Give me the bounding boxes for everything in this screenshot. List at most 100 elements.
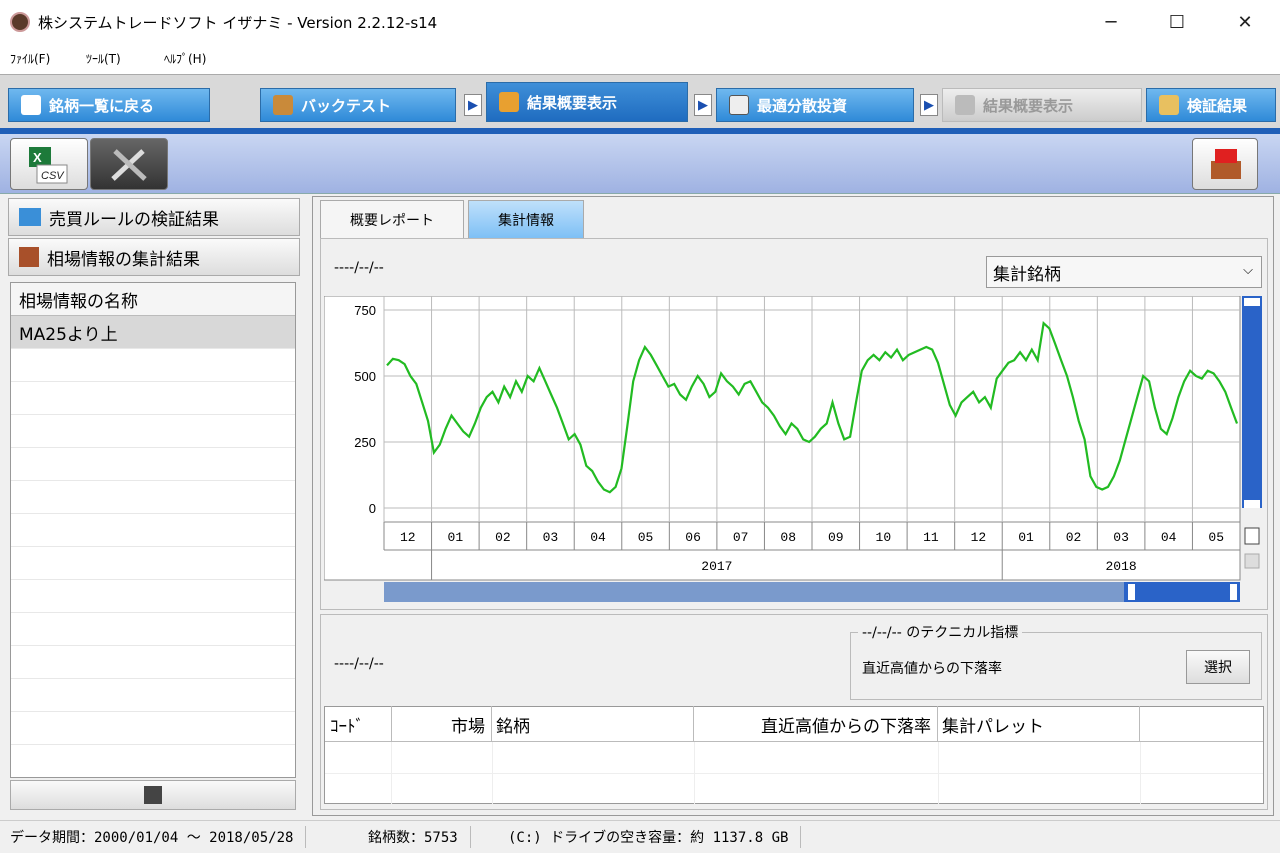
col-palette[interactable]: 集計パレット bbox=[942, 706, 1140, 742]
x-tick-label: 05 bbox=[1208, 530, 1224, 545]
horizontal-scrollbar[interactable] bbox=[384, 582, 1240, 602]
y-tick-label: 0 bbox=[369, 501, 376, 516]
save-button[interactable] bbox=[10, 780, 296, 810]
line-chart: 750 500 250 0 12 01 02 03 04 05 06 07 08 09 10 11 12 01 0… bbox=[324, 296, 1262, 602]
x-tick-label: 03 bbox=[543, 530, 559, 545]
thumb-handle-right[interactable] bbox=[1230, 584, 1237, 600]
tab-backtest[interactable]: バックテスト bbox=[260, 88, 456, 122]
list-item[interactable] bbox=[11, 547, 295, 580]
bag-icon bbox=[273, 95, 293, 115]
exit-button[interactable] bbox=[1192, 138, 1258, 190]
checkbox-icon[interactable] bbox=[1244, 527, 1260, 545]
list-item[interactable] bbox=[11, 679, 295, 712]
table-row[interactable] bbox=[325, 742, 1263, 774]
tools-button[interactable] bbox=[90, 138, 168, 190]
x-tick-label: 04 bbox=[590, 530, 606, 545]
x-tick-label: 09 bbox=[828, 530, 844, 545]
maximize-icon[interactable]: ☐ bbox=[1154, 0, 1200, 44]
checkbox-disabled-icon bbox=[1244, 553, 1260, 569]
app-icon bbox=[10, 12, 30, 32]
col-drawdown[interactable]: 直近高値からの下落率 bbox=[694, 706, 938, 742]
menu-tools[interactable]: ﾂｰﾙ(T) bbox=[86, 50, 121, 67]
x-tick-label: 04 bbox=[1161, 530, 1177, 545]
tab-aggregate-info[interactable]: 集計情報 bbox=[468, 200, 584, 238]
year-label: 2018 bbox=[1106, 559, 1137, 574]
minimize-icon[interactable]: ─ bbox=[1088, 0, 1134, 44]
doc-icon bbox=[1159, 95, 1179, 115]
excel-csv-icon: X CSV bbox=[29, 147, 68, 184]
list-item[interactable]: MA25より上 bbox=[11, 316, 295, 349]
shirt-icon bbox=[21, 95, 41, 115]
col-market[interactable]: 市場 bbox=[392, 706, 492, 742]
year-label: 2017 bbox=[701, 559, 732, 574]
arrow-icon: ▶ bbox=[464, 94, 482, 116]
tab-back-to-list[interactable]: 銘柄一覧に戻る bbox=[8, 88, 210, 122]
technical-group-label: --/--/-- のテクニカル指標 bbox=[858, 622, 1023, 642]
x-tick-label: 01 bbox=[1018, 530, 1034, 545]
thumb-handle-left[interactable] bbox=[1128, 584, 1135, 600]
toolbar bbox=[0, 134, 1280, 194]
chevron-down-icon: ⌵ bbox=[1243, 263, 1253, 278]
svg-text:X: X bbox=[33, 150, 42, 165]
col-divider bbox=[391, 742, 392, 804]
x-tick-label: 11 bbox=[923, 530, 939, 545]
col-divider bbox=[694, 742, 695, 804]
x-tick-label: 12 bbox=[971, 530, 987, 545]
vertical-scrollbar[interactable] bbox=[1242, 296, 1262, 508]
list-item[interactable] bbox=[11, 382, 295, 415]
wrench-icon bbox=[111, 149, 147, 181]
scroll-handle-bottom[interactable] bbox=[1244, 500, 1260, 508]
list-item[interactable] bbox=[11, 448, 295, 481]
scroll-handle-top[interactable] bbox=[1244, 298, 1260, 306]
col-stock[interactable]: 銘柄 bbox=[496, 706, 694, 742]
frame-icon bbox=[19, 247, 39, 267]
menu-file[interactable]: ﾌｧｲﾙ(F) bbox=[10, 50, 50, 67]
rules-result-button[interactable]: 売買ルールの検証結果 bbox=[8, 198, 300, 236]
col-code[interactable]: ｺｰﾄﾞ bbox=[330, 706, 392, 742]
tab-result-summary[interactable]: 結果概要表示 bbox=[486, 82, 688, 122]
select-button[interactable]: 選択 bbox=[1186, 650, 1250, 684]
menu-help[interactable]: ﾍﾙﾌﾟ(H) bbox=[164, 50, 206, 67]
tab-optimal-diversification[interactable]: 最適分散投資 bbox=[716, 88, 914, 122]
list-item[interactable] bbox=[11, 712, 295, 745]
tab-verification-results[interactable]: 検証結果 bbox=[1146, 88, 1276, 122]
arrow-icon: ▶ bbox=[694, 94, 712, 116]
x-tick-label: 07 bbox=[733, 530, 749, 545]
list-item[interactable] bbox=[11, 580, 295, 613]
status-period: データ期間：2000/01/04 〜 2018/05/28 bbox=[10, 826, 307, 848]
technical-value: 直近高値からの下落率 bbox=[862, 661, 1002, 677]
col-divider bbox=[492, 742, 493, 804]
close-icon[interactable]: ✕ bbox=[1222, 0, 1268, 44]
y-tick-label: 750 bbox=[354, 303, 376, 318]
grid-icon bbox=[19, 208, 41, 226]
list-item[interactable] bbox=[11, 514, 295, 547]
arrow-icon: ▶ bbox=[920, 94, 938, 116]
list-header[interactable]: 相場情報の名称 bbox=[11, 283, 295, 316]
list-item[interactable] bbox=[11, 415, 295, 448]
col-divider bbox=[1140, 742, 1141, 804]
window-title: 株システムトレードソフト イザナミ - Version 2.2.12-s14 bbox=[38, 14, 438, 32]
tab-overview-report[interactable]: 概要レポート bbox=[320, 200, 464, 238]
list-item[interactable] bbox=[11, 481, 295, 514]
x-tick-label: 03 bbox=[1113, 530, 1129, 545]
status-disk: (C:) ドライブの空き容量：約 1137.8 GB bbox=[508, 826, 802, 848]
x-tick-label: 01 bbox=[448, 530, 464, 545]
list-item[interactable] bbox=[11, 646, 295, 679]
market-info-list: 相場情報の名称 MA25より上 bbox=[10, 282, 296, 778]
list-item[interactable] bbox=[11, 349, 295, 382]
list-item[interactable] bbox=[11, 613, 295, 646]
x-tick-label: 08 bbox=[780, 530, 796, 545]
x-tick-label: 02 bbox=[1066, 530, 1082, 545]
detail-date: ----/--/-- bbox=[334, 656, 384, 672]
x-tick-label: 12 bbox=[400, 530, 416, 545]
scroll-thumb[interactable] bbox=[1124, 582, 1240, 602]
calculator-icon bbox=[729, 95, 749, 115]
aggregate-select[interactable]: 集計銘柄 ⌵ bbox=[986, 256, 1262, 288]
csv-export-button[interactable]: X CSV bbox=[10, 138, 88, 190]
x-tick-label: 02 bbox=[495, 530, 511, 545]
market-result-button[interactable]: 相場情報の集計結果 bbox=[8, 238, 300, 276]
svg-text:CSV: CSV bbox=[41, 170, 65, 182]
exit-box-icon bbox=[1211, 149, 1241, 179]
x-tick-label: 06 bbox=[685, 530, 701, 545]
x-tick-label: 10 bbox=[876, 530, 892, 545]
